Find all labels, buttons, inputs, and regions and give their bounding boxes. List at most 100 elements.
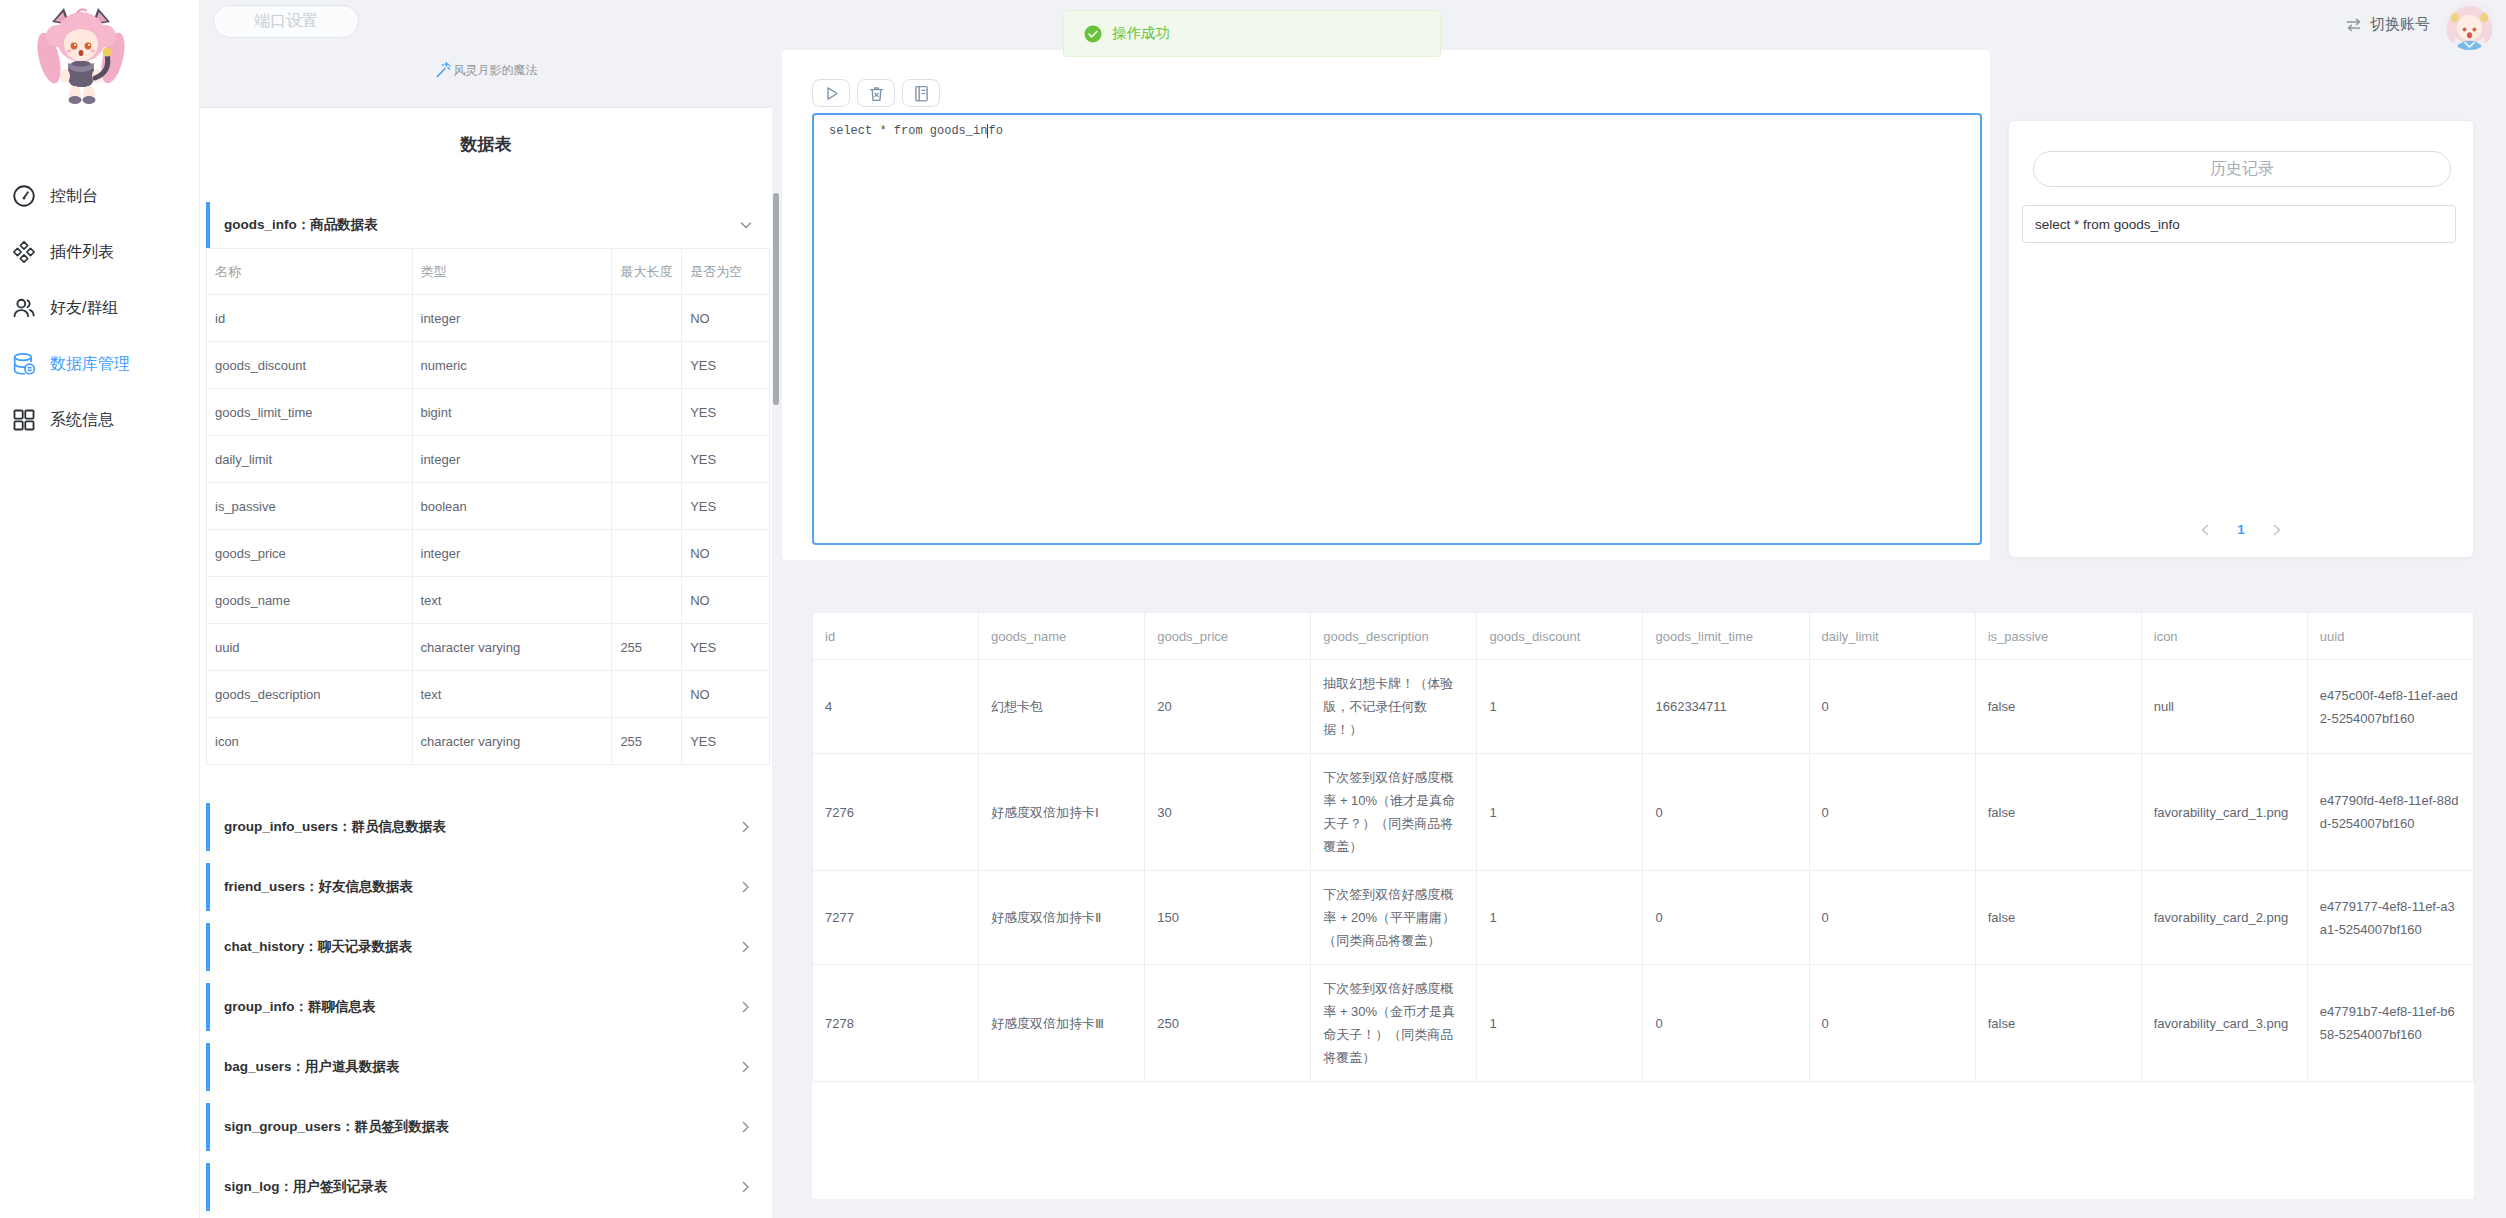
grid-icon bbox=[11, 407, 37, 433]
schema-table: 名称类型最大长度是否为空 idintegerNOgoods_discountnu… bbox=[206, 248, 770, 765]
schema-row: goods_limit_timebigintYES bbox=[207, 389, 770, 436]
table-section-collapsed-1[interactable]: friend_users：好友信息数据表 bbox=[206, 863, 770, 911]
result-col-header: goods_description bbox=[1311, 613, 1477, 660]
table-section-collapsed-6[interactable]: sign_log：用户签到记录表 bbox=[206, 1163, 770, 1211]
schema-col-header: 最大长度 bbox=[612, 249, 682, 295]
switch-account-label: 切换账号 bbox=[2370, 15, 2430, 34]
results-card: idgoods_namegoods_pricegoods_description… bbox=[812, 612, 2474, 1199]
collapse-label: chat_history：聊天记录数据表 bbox=[224, 938, 738, 956]
result-col-header: goods_price bbox=[1145, 613, 1311, 660]
schema-row: goods_discountnumericYES bbox=[207, 342, 770, 389]
database-icon bbox=[11, 351, 37, 377]
port-settings-button[interactable]: 端口设置 bbox=[213, 5, 359, 38]
sidebar-item-database[interactable]: 数据库管理 bbox=[0, 336, 199, 392]
history-item[interactable]: select * from goods_info bbox=[2022, 205, 2456, 243]
chevron-right-icon bbox=[738, 999, 754, 1015]
collapse-label: group_info：群聊信息表 bbox=[224, 998, 738, 1016]
sidebar: 控制台插件列表好友/群组数据库管理系统信息 bbox=[0, 0, 200, 1218]
collapse-header-goods-info[interactable]: goods_info：商品数据表 bbox=[206, 202, 770, 248]
table-section-collapsed-2[interactable]: chat_history：聊天记录数据表 bbox=[206, 923, 770, 971]
prev-page-icon[interactable] bbox=[2199, 523, 2211, 537]
magic-banner: 风灵月影的魔法 bbox=[200, 61, 772, 79]
magic-wand-icon bbox=[435, 61, 451, 79]
history-list: select * from goods_info bbox=[2022, 205, 2456, 243]
sidebar-item-friends[interactable]: 好友/群组 bbox=[0, 280, 199, 336]
dashboard-icon bbox=[11, 183, 37, 209]
collapse-label: sign_group_users：群员签到数据表 bbox=[224, 1118, 738, 1136]
next-page-icon[interactable] bbox=[2271, 523, 2283, 537]
schema-row: goods_nametextNO bbox=[207, 577, 770, 624]
run-query-button[interactable] bbox=[812, 79, 850, 107]
sql-editor-card: select * from goods_info bbox=[782, 50, 1990, 560]
chevron-right-icon bbox=[738, 879, 754, 895]
result-col-header: id bbox=[813, 613, 979, 660]
result-row: 7276好感度双倍加持卡Ⅰ30下次签到双倍好感度概率 + 10%（谁才是真命天子… bbox=[813, 754, 2474, 871]
sidebar-item-label: 系统信息 bbox=[50, 410, 114, 431]
result-col-header: is_passive bbox=[1975, 613, 2141, 660]
sidebar-item-label: 插件列表 bbox=[50, 242, 114, 263]
history-title: 历史记录 bbox=[2033, 151, 2451, 187]
result-col-header: goods_name bbox=[979, 613, 1145, 660]
schema-row: goods_descriptiontextNO bbox=[207, 671, 770, 718]
chevron-right-icon bbox=[738, 1179, 754, 1195]
chevron-right-icon bbox=[738, 939, 754, 955]
sidebar-item-label: 好友/群组 bbox=[50, 298, 118, 319]
sidebar-nav: 控制台插件列表好友/群组数据库管理系统信息 bbox=[0, 168, 199, 448]
sidebar-item-console[interactable]: 控制台 bbox=[0, 168, 199, 224]
sidebar-item-system[interactable]: 系统信息 bbox=[0, 392, 199, 448]
result-col-header: goods_discount bbox=[1477, 613, 1643, 660]
collapse-label: friend_users：好友信息数据表 bbox=[224, 878, 738, 896]
magic-banner-label: 风灵月影的魔法 bbox=[454, 62, 538, 79]
collapse-label: goods_info：商品数据表 bbox=[224, 216, 738, 234]
switch-account-button[interactable]: 切换账号 bbox=[2344, 0, 2430, 48]
collapse-label: sign_log：用户签到记录表 bbox=[224, 1178, 738, 1196]
page-number[interactable]: 1 bbox=[2237, 522, 2245, 537]
sidebar-item-label: 控制台 bbox=[50, 186, 98, 207]
result-col-header: goods_limit_time bbox=[1643, 613, 1809, 660]
results-table: idgoods_namegoods_pricegoods_description… bbox=[812, 612, 2474, 1082]
scrollbar-thumb[interactable] bbox=[773, 193, 779, 405]
schema-row: is_passivebooleanYES bbox=[207, 483, 770, 530]
result-col-header: uuid bbox=[2307, 613, 2473, 660]
schema-col-header: 类型 bbox=[412, 249, 612, 295]
editor-toolbar bbox=[812, 79, 940, 107]
table-section-collapsed-0[interactable]: group_info_users：群员信息数据表 bbox=[206, 803, 770, 851]
table-section-collapsed-4[interactable]: bag_users：用户道具数据表 bbox=[206, 1043, 770, 1091]
schema-row: daily_limitintegerYES bbox=[207, 436, 770, 483]
sidebar-item-plugins[interactable]: 插件列表 bbox=[0, 224, 199, 280]
user-avatar[interactable] bbox=[2445, 1, 2494, 50]
table-section-collapsed-5[interactable]: sign_group_users：群员签到数据表 bbox=[206, 1103, 770, 1151]
success-check-icon bbox=[1084, 25, 1102, 43]
swap-arrows-icon bbox=[2344, 15, 2363, 34]
table-section-collapsed-3[interactable]: group_info：群聊信息表 bbox=[206, 983, 770, 1031]
clear-sql-button[interactable] bbox=[857, 79, 895, 107]
schema-col-header: 是否为空 bbox=[682, 249, 770, 295]
app-logo-avatar bbox=[35, 6, 127, 108]
history-panel: 历史记录 select * from goods_info 1 bbox=[2008, 120, 2474, 558]
result-row: 7277好感度双倍加持卡Ⅱ150下次签到双倍好感度概率 + 20%（平平庸庸）（… bbox=[813, 871, 2474, 965]
table-section-goods-info: goods_info：商品数据表 名称类型最大长度是否为空 idintegerN… bbox=[206, 202, 770, 791]
chevron-right-icon bbox=[738, 819, 754, 835]
play-icon bbox=[822, 84, 841, 103]
result-col-header: daily_limit bbox=[1809, 613, 1975, 660]
schema-row: idintegerNO bbox=[207, 295, 770, 342]
tables-panel: 端口设置 风灵月影的魔法 数据表 goods_info：商品数据表 名称类型最大… bbox=[200, 0, 772, 1218]
pagination: 1 bbox=[2009, 522, 2473, 537]
chevron-right-icon bbox=[738, 1119, 754, 1135]
chevron-right-icon bbox=[738, 1059, 754, 1075]
result-row: 4幻想卡包20抽取幻想卡牌！（体验版，不记录任何数据！）116623347110… bbox=[813, 660, 2474, 754]
success-toast: 操作成功 bbox=[1063, 10, 1441, 57]
toast-message: 操作成功 bbox=[1112, 24, 1170, 43]
notebook-icon bbox=[912, 84, 931, 103]
schema-row: uuidcharacter varying255YES bbox=[207, 624, 770, 671]
panel-header: 端口设置 风灵月影的魔法 bbox=[200, 0, 772, 108]
notebook-button[interactable] bbox=[902, 79, 940, 107]
sql-input[interactable]: select * from goods_info bbox=[812, 113, 1982, 545]
chevron-down-icon bbox=[738, 217, 754, 233]
schema-row: iconcharacter varying255YES bbox=[207, 718, 770, 765]
tables-panel-title: 数据表 bbox=[200, 133, 772, 156]
schema-row: goods_priceintegerNO bbox=[207, 530, 770, 577]
trash-icon bbox=[867, 84, 886, 103]
users-icon bbox=[11, 295, 37, 321]
tables-collapse-list: goods_info：商品数据表 名称类型最大长度是否为空 idintegerN… bbox=[206, 202, 770, 1211]
